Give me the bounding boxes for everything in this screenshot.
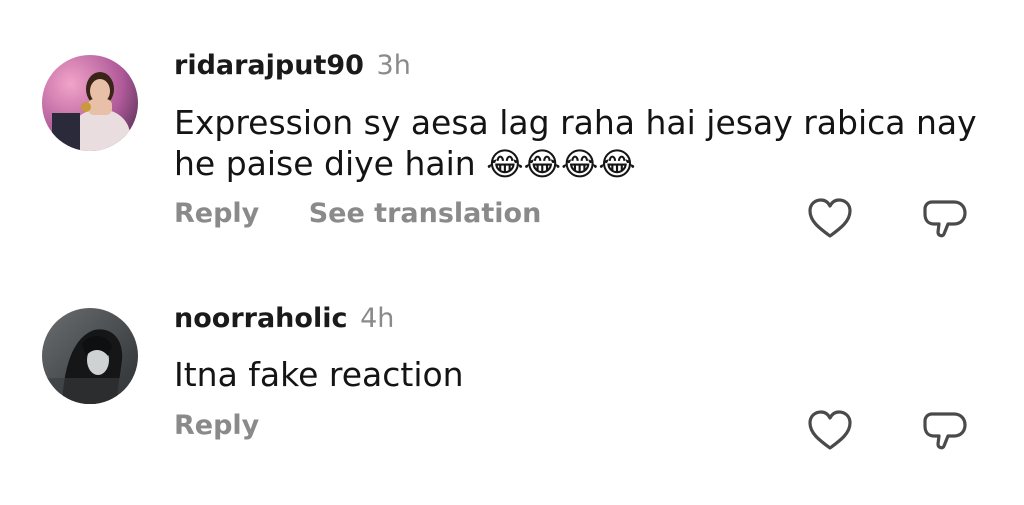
username[interactable]: noorraholic bbox=[174, 303, 347, 334]
see-translation-button[interactable]: See translation bbox=[309, 198, 542, 229]
comment-header: ridarajput90 3h bbox=[174, 50, 411, 82]
comment-text-line: Expression sy aesa lag raha hai jesay ra… bbox=[174, 103, 977, 142]
comment-text-line: he paise diye hain 😂😂😂😂 bbox=[174, 143, 994, 185]
heart-outline-icon[interactable] bbox=[803, 192, 857, 246]
comment-item: noorraholic 4h Itna fake reaction Reply bbox=[0, 260, 1024, 505]
thumbs-down-bubble-icon[interactable] bbox=[918, 192, 972, 246]
reply-button[interactable]: Reply bbox=[174, 410, 259, 441]
comment-actions: Reply bbox=[174, 410, 259, 442]
comment-text-segment: he paise diye hain bbox=[174, 144, 476, 183]
comment-text: Expression sy aesa lag raha hai jesay ra… bbox=[174, 102, 994, 185]
timestamp: 4h bbox=[360, 303, 395, 334]
comment-text: Itna fake reaction bbox=[174, 354, 994, 395]
thumbs-down-bubble-icon[interactable] bbox=[918, 404, 972, 458]
laughing-emoji-icon: 😂😂😂😂 bbox=[486, 145, 636, 183]
timestamp: 3h bbox=[376, 50, 411, 81]
username[interactable]: ridarajput90 bbox=[174, 50, 364, 81]
comment-actions: Reply See translation bbox=[174, 198, 541, 230]
reply-button[interactable]: Reply bbox=[174, 198, 259, 229]
avatar[interactable] bbox=[42, 55, 138, 151]
avatar[interactable] bbox=[42, 308, 138, 404]
comment-item: ridarajput90 3h Expression sy aesa lag r… bbox=[0, 0, 1024, 260]
comment-header: noorraholic 4h bbox=[174, 303, 394, 335]
heart-outline-icon[interactable] bbox=[803, 404, 857, 458]
comment-text-line: Itna fake reaction bbox=[174, 355, 464, 394]
